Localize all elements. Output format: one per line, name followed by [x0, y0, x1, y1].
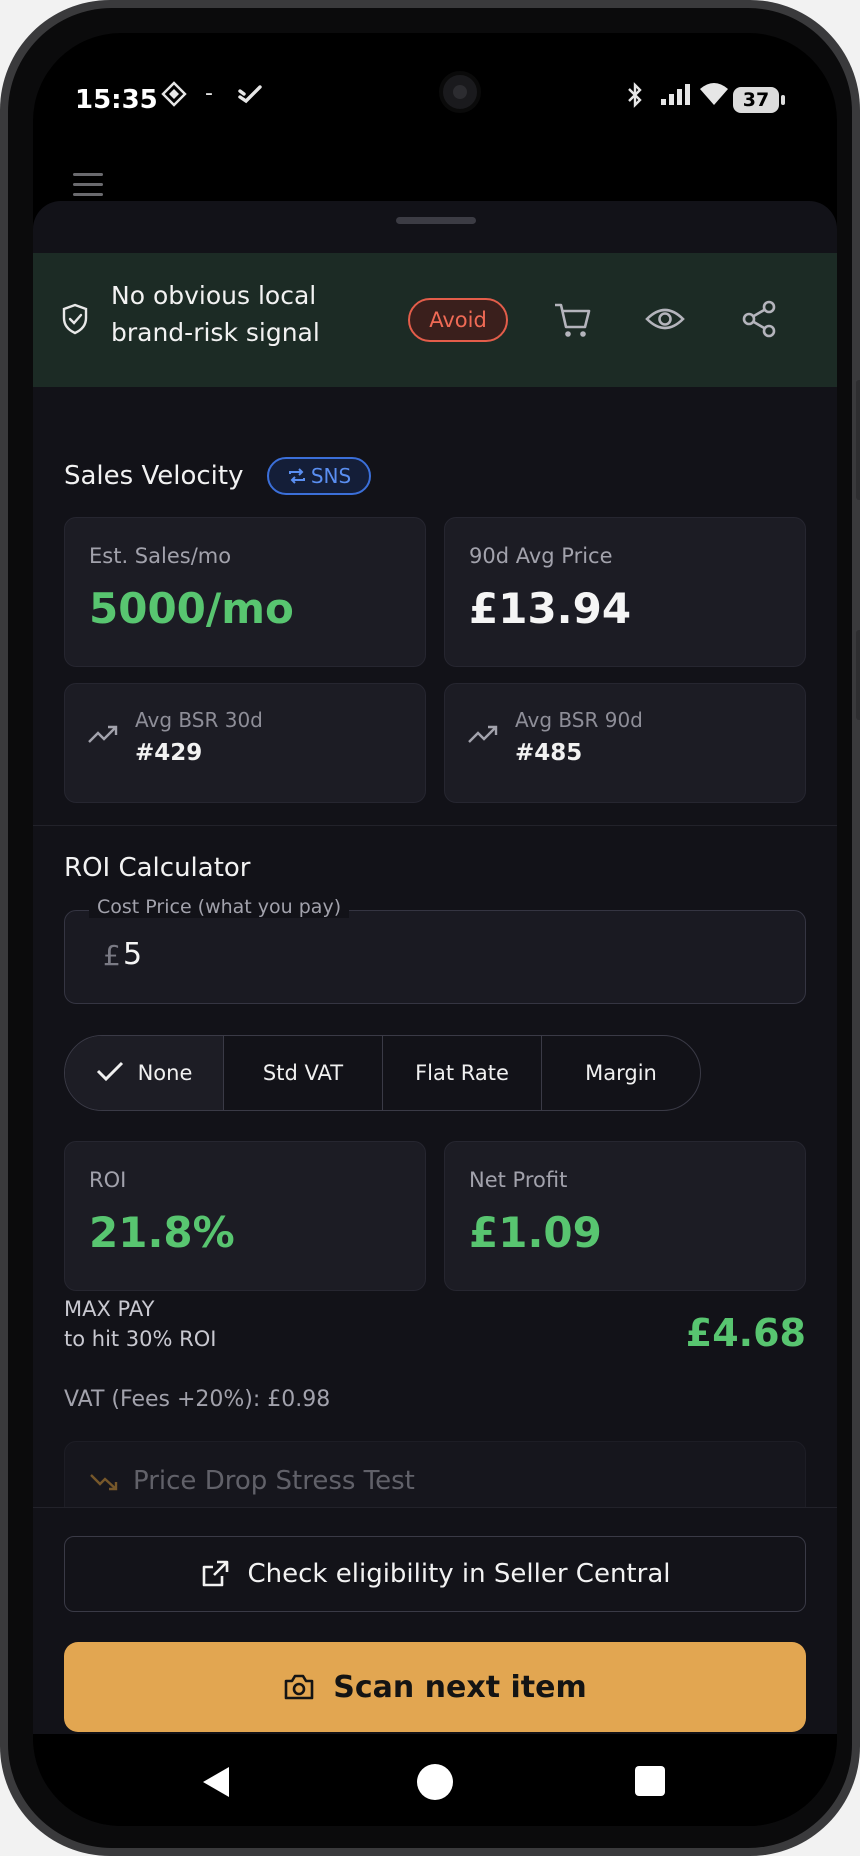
check-swoosh-icon — [237, 83, 263, 111]
signal-icon — [659, 83, 693, 113]
battery-indicator: 37 — [733, 87, 785, 113]
avg-price-value: £13.94 — [469, 584, 632, 633]
bsr-30-card: Avg BSR 30d #429 — [64, 683, 426, 803]
cost-price-label: Cost Price (what you pay) — [89, 896, 350, 918]
net-profit-value: £1.09 — [469, 1208, 602, 1257]
cart-icon[interactable] — [553, 301, 593, 343]
roi-card: ROI 21.8% — [64, 1141, 426, 1291]
cost-price-input[interactable]: Cost Price (what you pay) £ 5 — [64, 896, 806, 1004]
external-link-icon — [200, 1559, 230, 1589]
system-nav-bar — [33, 1734, 837, 1826]
roi-calculator-title: ROI Calculator — [64, 853, 251, 883]
wifi-icon — [699, 81, 729, 113]
vat-option-label: Margin — [585, 1061, 657, 1085]
share-icon[interactable] — [740, 299, 778, 343]
product-sheet: No obvious local brand-risk signal Avoid… — [33, 201, 837, 1734]
check-icon — [96, 1060, 124, 1087]
max-pay-value: £4.68 — [685, 1311, 806, 1355]
shield-check-icon — [61, 303, 89, 339]
avoid-badge: Avoid — [408, 298, 508, 342]
status-time: 15:35 — [75, 85, 158, 115]
screen: 15:35 - 37 No obvious local brand-risk s… — [33, 33, 837, 1826]
bsr-90-label: Avg BSR 90d — [515, 708, 643, 732]
phone-bezel: 15:35 - 37 No obvious local brand-risk s… — [8, 8, 852, 1848]
power-button — [856, 630, 860, 720]
vat-option-label: Flat Rate — [415, 1061, 509, 1085]
bsr-30-label: Avg BSR 30d — [135, 708, 263, 732]
vat-note: VAT (Fees +20%): £0.98 — [64, 1387, 331, 1412]
volume-button — [856, 380, 860, 500]
vat-option-flat-rate[interactable]: Flat Rate — [383, 1036, 542, 1110]
max-pay-caption: MAX PAY to hit 30% ROI — [64, 1294, 216, 1354]
trending-down-icon — [89, 1472, 119, 1496]
roi-value: 21.8% — [89, 1208, 235, 1257]
sales-velocity-title: Sales Velocity — [64, 461, 244, 491]
phone-frame: 15:35 - 37 No obvious local brand-risk s… — [0, 0, 860, 1856]
vat-option-margin[interactable]: Margin — [542, 1036, 700, 1110]
bsr-90-value: #485 — [515, 740, 583, 766]
eye-icon[interactable] — [645, 303, 685, 339]
bsr-30-value: #429 — [135, 740, 203, 766]
bsr-90-card: Avg BSR 90d #485 — [444, 683, 806, 803]
brand-risk-banner: No obvious local brand-risk signal Avoid — [33, 253, 837, 387]
est-sales-card: Est. Sales/mo 5000/mo — [64, 517, 426, 667]
check-eligibility-button[interactable]: Check eligibility in Seller Central — [64, 1536, 806, 1612]
sns-badge: SNS — [267, 457, 371, 495]
max-pay-label: MAX PAY — [64, 1297, 155, 1321]
roi-label: ROI — [89, 1168, 127, 1192]
cost-price-value: 5 — [123, 937, 143, 972]
scan-next-label: Scan next item — [333, 1669, 587, 1705]
net-profit-card: Net Profit £1.09 — [444, 1141, 806, 1291]
status-bar: 15:35 - 37 — [33, 33, 837, 173]
repeat-icon — [287, 461, 307, 495]
scan-next-button[interactable]: Scan next item — [64, 1642, 806, 1732]
bluetooth-icon — [625, 81, 645, 115]
home-icon[interactable] — [417, 1764, 453, 1800]
check-eligibility-label: Check eligibility in Seller Central — [247, 1559, 671, 1589]
diamond-grid-icon — [161, 81, 187, 113]
brand-risk-text: No obvious local brand-risk signal — [111, 281, 320, 347]
avg-price-card: 90d Avg Price £13.94 — [444, 517, 806, 667]
vat-option-std-vat[interactable]: Std VAT — [224, 1036, 383, 1110]
trending-up-icon — [467, 724, 499, 750]
trending-up-icon — [87, 724, 119, 750]
stress-test-label: Price Drop Stress Test — [133, 1466, 415, 1496]
sns-label: SNS — [310, 464, 352, 488]
currency-prefix: £ — [103, 939, 121, 972]
est-sales-value: 5000/mo — [89, 584, 294, 633]
vat-option-label: Std VAT — [262, 1061, 344, 1085]
avg-price-label: 90d Avg Price — [469, 544, 613, 568]
max-pay-sub: to hit 30% ROI — [64, 1327, 217, 1351]
bottom-action-bar: Check eligibility in Seller Central Scan… — [33, 1507, 837, 1734]
recents-icon[interactable] — [635, 1766, 665, 1796]
est-sales-label: Est. Sales/mo — [89, 544, 232, 568]
camera-icon — [283, 1673, 315, 1701]
vat-mode-selector: None Std VAT Flat Rate Margin — [64, 1035, 701, 1111]
sheet-drag-handle[interactable] — [396, 217, 476, 224]
status-dash: - — [205, 81, 213, 106]
net-profit-label: Net Profit — [469, 1168, 568, 1192]
section-divider — [33, 825, 837, 826]
vat-option-none[interactable]: None — [65, 1036, 224, 1110]
menu-icon[interactable] — [73, 173, 103, 203]
front-camera — [439, 71, 481, 113]
back-icon[interactable] — [201, 1766, 231, 1802]
vat-option-label: None — [137, 1061, 193, 1085]
